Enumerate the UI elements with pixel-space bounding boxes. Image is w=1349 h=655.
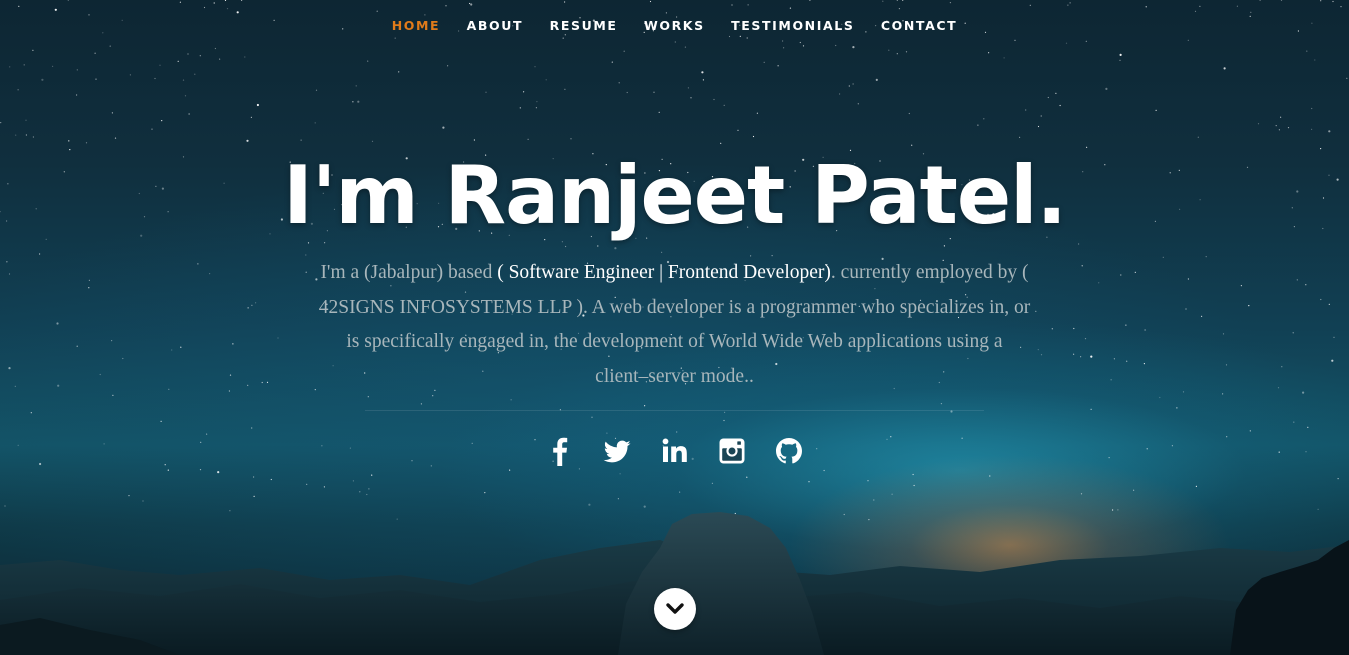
linkedin-icon[interactable] xyxy=(660,435,690,467)
intro-paragraph: I'm a (Jabalpur) based ( Software Engine… xyxy=(318,256,1031,394)
github-icon[interactable] xyxy=(774,435,804,467)
social-links xyxy=(0,435,1349,467)
nav-item-works[interactable]: WORKS xyxy=(644,18,705,33)
nav-item-contact[interactable]: CONTACT xyxy=(881,18,957,33)
chevron-down-icon xyxy=(666,603,684,614)
intro-role-highlight: ( Software Engineer | Frontend Developer… xyxy=(497,262,831,283)
nav-item-about[interactable]: ABOUT xyxy=(467,18,524,33)
nav-item-resume[interactable]: RESUME xyxy=(550,18,618,33)
intro-text-start: I'm a (Jabalpur) based xyxy=(320,262,498,283)
main-nav: HOME ABOUT RESUME WORKS TESTIMONIALS CON… xyxy=(0,17,1349,35)
nav-item-home[interactable]: HOME xyxy=(392,18,440,33)
facebook-icon[interactable] xyxy=(545,435,575,467)
scroll-down-button[interactable] xyxy=(654,588,696,630)
divider xyxy=(365,410,984,411)
nav-item-testimonials[interactable]: TESTIMONIALS xyxy=(731,18,854,33)
twitter-icon[interactable] xyxy=(602,435,632,467)
page-title: I'm Ranjeet Patel. xyxy=(283,149,1067,242)
instagram-icon[interactable] xyxy=(717,435,747,467)
